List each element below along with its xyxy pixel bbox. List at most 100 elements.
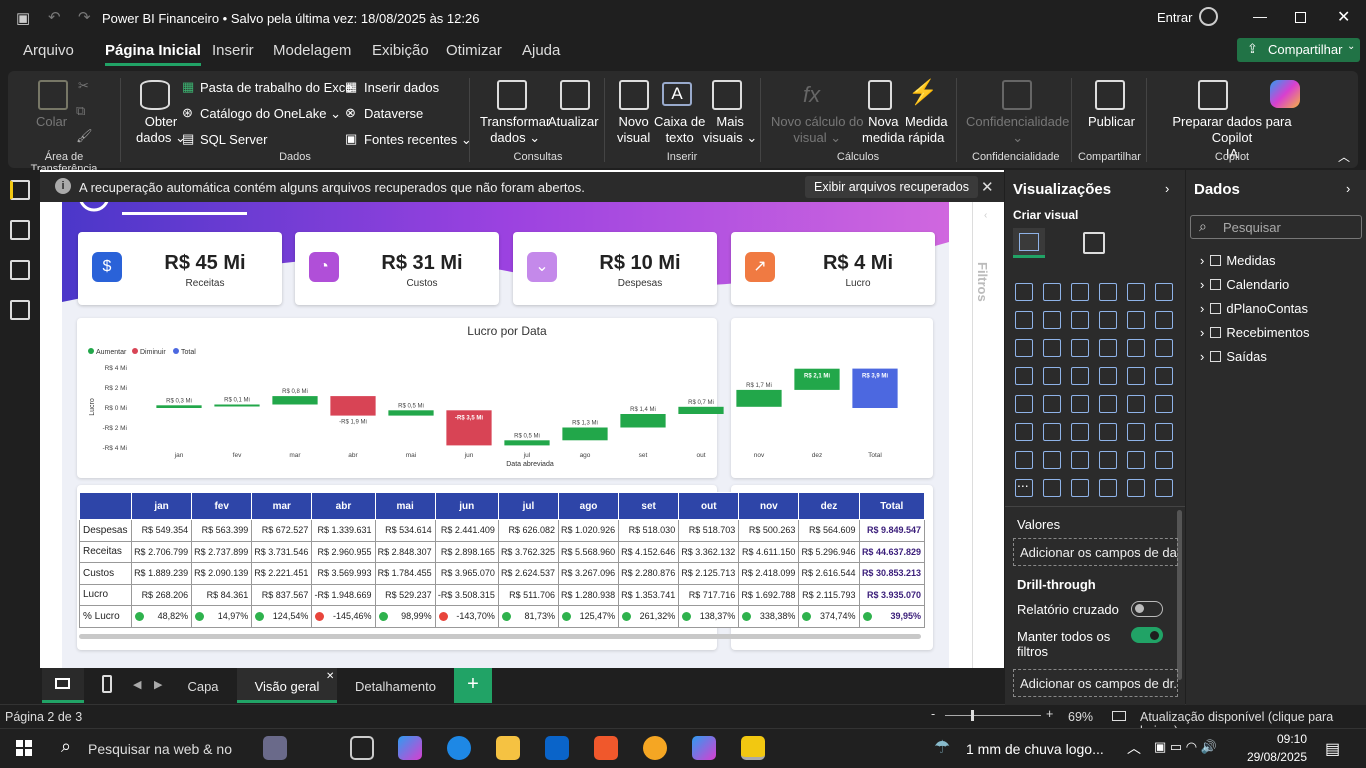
visual-type-icon[interactable]: [1043, 479, 1061, 497]
format-painter-icon[interactable]: 🖌: [76, 128, 93, 144]
visual-type-icon[interactable]: [1071, 479, 1089, 497]
data-table-item[interactable]: › Saídas: [1200, 349, 1267, 364]
kpi-card-despesas[interactable]: ⌄ R$ 10 Mi Despesas: [513, 232, 717, 305]
visual-type-icon[interactable]: [1155, 479, 1173, 497]
visual-type-icon[interactable]: [1071, 311, 1089, 329]
dataverse-button[interactable]: Dataverse: [364, 106, 423, 121]
desktop-layout-icon[interactable]: [42, 668, 84, 703]
sql-server-button[interactable]: SQL Server: [200, 132, 267, 147]
visual-type-icon[interactable]: [1099, 451, 1117, 469]
clock-date[interactable]: 29/08/2025: [1243, 750, 1307, 764]
drill-through-drop-field[interactable]: Adicionar os campos de dr...: [1013, 669, 1178, 697]
add-page-button[interactable]: +: [454, 668, 492, 703]
next-page-icon[interactable]: ▶: [154, 678, 162, 691]
save-icon[interactable]: ▣: [16, 9, 30, 27]
visual-type-icon[interactable]: [1155, 451, 1173, 469]
column-header[interactable]: fev: [191, 492, 253, 520]
visual-type-icon[interactable]: [1127, 311, 1145, 329]
menu-modelagem[interactable]: Modelagem: [273, 42, 351, 59]
visual-type-icon[interactable]: [1099, 311, 1117, 329]
table-view-icon[interactable]: [10, 220, 30, 240]
column-header[interactable]: dez: [798, 492, 860, 520]
visual-type-icon[interactable]: [1099, 283, 1117, 301]
zoom-out-icon[interactable]: -: [931, 707, 935, 721]
visual-type-icon[interactable]: [1043, 367, 1061, 385]
column-header[interactable]: Total: [858, 492, 926, 520]
visual-type-icon[interactable]: [1071, 339, 1089, 357]
cross-report-toggle[interactable]: [1131, 601, 1163, 617]
m365-icon[interactable]: [692, 736, 716, 760]
data-search-input[interactable]: ⌕ Pesquisar: [1190, 215, 1362, 239]
visual-type-icon[interactable]: [1015, 311, 1033, 329]
tab-visao-geral[interactable]: Visão geral: [237, 668, 337, 703]
taskbar-search[interactable]: Pesquisar na web & no: [88, 741, 232, 757]
copy-icon[interactable]: ⧉: [76, 103, 85, 119]
matrix-table[interactable]: jan fev mar abr mai jun jul ago set out nov dez Tota…: [79, 492, 926, 628]
visual-type-icon[interactable]: [1127, 423, 1145, 441]
data-table-item[interactable]: › dPlanoContas: [1200, 301, 1308, 316]
chevron-down-icon[interactable]: ⌄: [453, 10, 462, 23]
undo-icon[interactable]: ↶: [48, 8, 61, 26]
cut-icon[interactable]: ✂: [78, 78, 89, 94]
insert-data-button[interactable]: Inserir dados: [364, 80, 439, 95]
visual-type-icon[interactable]: [1015, 367, 1033, 385]
tray-icons[interactable]: ▣ ▭ ◠ 🔊: [1154, 739, 1217, 755]
visual-type-icon[interactable]: [1099, 395, 1117, 413]
viz-scrollbar[interactable]: [1177, 510, 1182, 680]
recent-sources-button[interactable]: Fontes recentes ⌄: [364, 132, 472, 148]
fit-page-icon[interactable]: [1112, 711, 1126, 721]
visual-type-icon[interactable]: [1043, 283, 1061, 301]
column-header[interactable]: out: [678, 492, 740, 520]
vpn-icon[interactable]: [643, 736, 667, 760]
redo-icon[interactable]: ↷: [78, 8, 91, 26]
visual-type-icon[interactable]: [1099, 339, 1117, 357]
new-visual-button[interactable]: Novo visual: [617, 114, 650, 146]
collapse-chevron-icon[interactable]: ›: [1346, 181, 1350, 196]
avatar-icon[interactable]: [1199, 7, 1218, 26]
transform-data-button[interactable]: Transformar dados ⌄: [480, 114, 550, 146]
kpi-card-custos[interactable]: ◔ R$ 31 Mi Custos: [295, 232, 499, 305]
menu-arquivo[interactable]: Arquivo: [23, 42, 74, 59]
visual-type-icon[interactable]: [1099, 479, 1117, 497]
brave-icon[interactable]: [594, 736, 618, 760]
new-measure-button[interactable]: Nova medida: [862, 114, 905, 146]
kpi-card-receitas[interactable]: $ R$ 45 Mi Receitas: [78, 232, 282, 305]
menu-otimizar[interactable]: Otimizar: [446, 42, 502, 59]
report-view-icon[interactable]: [10, 180, 30, 200]
column-header[interactable]: [79, 492, 132, 520]
menu-exibicao[interactable]: Exibição: [372, 42, 429, 59]
sensitivity-button[interactable]: Confidencialidade ⌄: [966, 114, 1069, 146]
table-scrollbar[interactable]: [79, 634, 921, 639]
game-icon[interactable]: [263, 736, 287, 760]
menu-pagina-inicial[interactable]: Página Inicial: [105, 42, 201, 66]
powerbi-app-icon[interactable]: [741, 736, 765, 760]
onelake-button[interactable]: Catálogo do OneLake ⌄: [200, 106, 341, 122]
file-explorer-icon[interactable]: [496, 736, 520, 760]
copilot-app-icon[interactable]: [398, 736, 422, 760]
visual-type-icon[interactable]: [1043, 451, 1061, 469]
more-visuals-ellipsis[interactable]: ...: [1017, 474, 1029, 490]
visual-type-icon[interactable]: [1043, 339, 1061, 357]
visual-type-icon[interactable]: [1015, 451, 1033, 469]
data-table-item[interactable]: › Calendario: [1200, 277, 1289, 292]
column-header[interactable]: abr: [311, 492, 376, 520]
tray-chevron-icon[interactable]: ︿: [1127, 738, 1141, 758]
format-visual-icon[interactable]: [1083, 232, 1105, 254]
text-box-button[interactable]: Caixa de texto: [654, 114, 705, 146]
build-visual-tab-icon[interactable]: [1013, 228, 1045, 258]
mobile-layout-icon[interactable]: [102, 675, 112, 693]
get-data-button[interactable]: Obter dados ⌄: [136, 114, 186, 146]
collapse-chevron-icon[interactable]: ›: [1165, 181, 1169, 196]
task-view-icon[interactable]: [350, 736, 374, 760]
visual-type-icon[interactable]: [1043, 423, 1061, 441]
visual-type-icon[interactable]: [1099, 423, 1117, 441]
visual-type-icon[interactable]: [1071, 283, 1089, 301]
visual-type-icon[interactable]: [1127, 367, 1145, 385]
tab-capa[interactable]: Capa: [170, 668, 236, 703]
zoom-slider[interactable]: [945, 715, 1041, 716]
visual-type-icon[interactable]: [1071, 367, 1089, 385]
prev-page-icon[interactable]: ◀: [133, 678, 141, 691]
notifications-icon[interactable]: ▤: [1325, 739, 1340, 759]
tab-detalhamento[interactable]: Detalhamento: [338, 668, 453, 703]
column-header[interactable]: nov: [738, 492, 800, 520]
